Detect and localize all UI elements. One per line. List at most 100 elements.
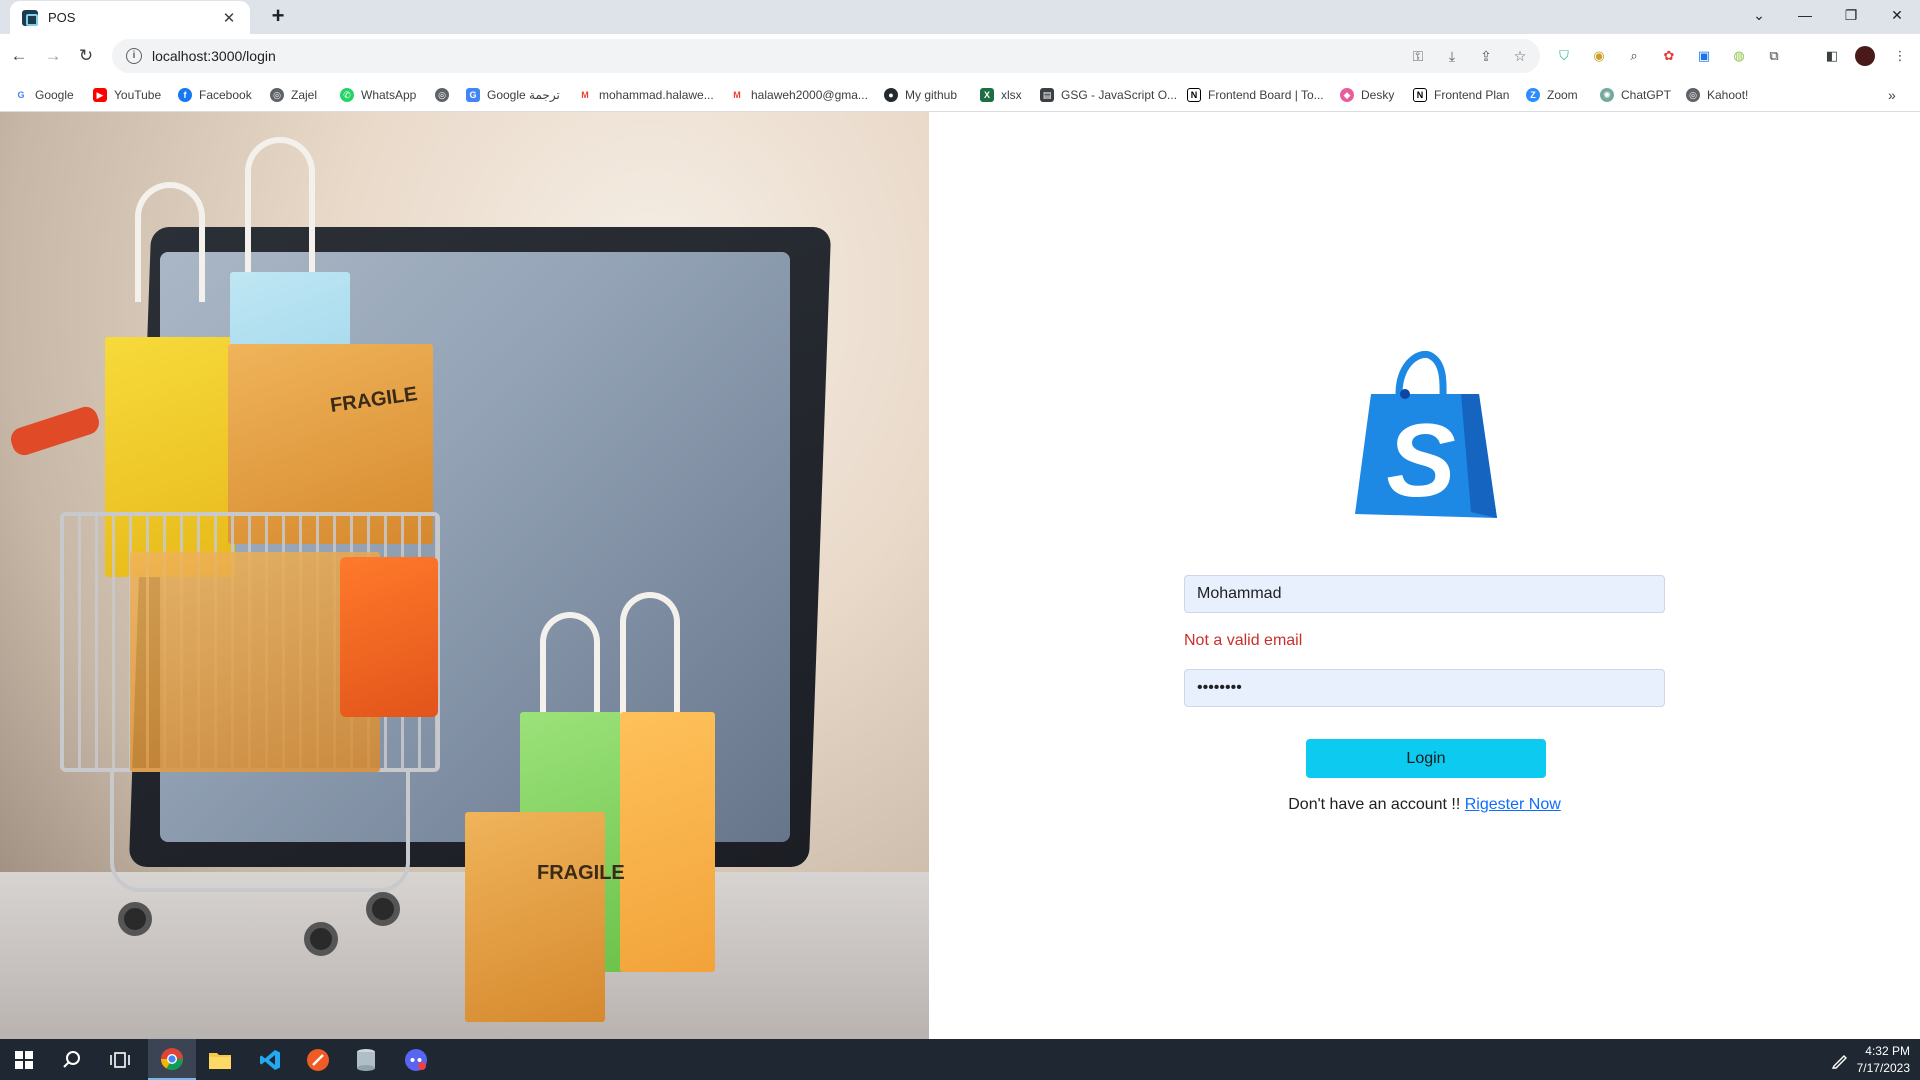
url-text[interactable]: localhost:3000/login	[152, 48, 276, 64]
task-view-icon[interactable]	[96, 1039, 144, 1080]
bookmark-label: Frontend Plan	[1434, 88, 1510, 102]
notion-icon: N	[1413, 88, 1427, 102]
bookmark-kahoot[interactable]: ◎ Kahoot!	[1686, 86, 1748, 104]
install-icon[interactable]: ⤓	[1442, 46, 1462, 66]
shopify-logo-icon: S	[1355, 350, 1497, 519]
bag-handle-illustration	[540, 612, 600, 722]
document-icon: ▤	[1040, 88, 1054, 102]
windows-taskbar: 4:32 PM 7/17/2023	[0, 1039, 1920, 1080]
zoom-icon: Z	[1526, 88, 1540, 102]
register-prompt: Don't have an account !! Rigester Now	[929, 796, 1920, 814]
bookmark-label: Google	[35, 88, 74, 102]
register-now-link[interactable]: Rigester Now	[1465, 796, 1561, 813]
vscode-icon[interactable]	[246, 1039, 294, 1080]
close-window-button[interactable]: ✕	[1874, 0, 1920, 30]
menu-dots-icon[interactable]: ⋮	[1891, 47, 1909, 65]
share-icon[interactable]: ⇪	[1476, 46, 1496, 66]
bookmark-desky[interactable]: ◆ Desky	[1340, 86, 1394, 104]
excel-icon: X	[980, 88, 994, 102]
green-extension-icon[interactable]: ◍	[1730, 47, 1748, 65]
bookmark-gsg[interactable]: ▤ GSG - JavaScript O...	[1040, 86, 1177, 104]
postman-icon[interactable]	[294, 1039, 342, 1080]
file-explorer-icon[interactable]	[196, 1039, 244, 1080]
bookmark-label: Desky	[1361, 88, 1395, 102]
bookmark-zajel[interactable]: ◎ Zajel	[270, 86, 317, 104]
bookmark-label: xlsx	[1001, 88, 1022, 102]
bookmark-gmail-1[interactable]: Mmohammad.halawe...	[578, 86, 714, 104]
tab-title: POS	[48, 10, 76, 25]
new-tab-button[interactable]: +	[266, 5, 290, 29]
reload-button[interactable]: ↻	[73, 43, 99, 69]
tab-search-icon[interactable]: ⌄	[1736, 0, 1782, 30]
cart-base-illustration	[110, 772, 410, 892]
address-bar[interactable]: i localhost:3000/login ⚿ ⤓ ⇪ ☆	[112, 39, 1540, 73]
blue-extension-icon[interactable]: ▣	[1695, 47, 1713, 65]
bookmark-whatsapp[interactable]: ✆ WhatsApp	[340, 86, 416, 104]
site-info-icon[interactable]: i	[126, 48, 142, 64]
browser-tab[interactable]: POS ✕	[10, 1, 250, 34]
discord-icon[interactable]	[392, 1039, 440, 1080]
shield-extension-icon[interactable]: ⛉	[1555, 47, 1573, 65]
extensions-puzzle-icon[interactable]: ⧉	[1765, 47, 1783, 65]
color-extension-icon[interactable]: ✿	[1660, 47, 1678, 65]
bookmark-star-icon[interactable]: ☆	[1510, 46, 1530, 66]
bookmark-xlsx[interactable]: Xxlsx	[980, 86, 1022, 104]
bookmark-chatgpt[interactable]: ✺ ChatGPT	[1600, 86, 1671, 104]
shopping-hero-image: FRAGILE FRAGILE	[0, 112, 929, 1039]
forward-button[interactable]: →	[40, 43, 66, 69]
notion-icon: N	[1187, 88, 1201, 102]
system-clock[interactable]: 4:32 PM 7/17/2023	[1857, 1043, 1910, 1077]
youtube-icon: ▶	[93, 88, 107, 102]
cart-orange-panel-illustration	[340, 557, 438, 717]
start-button[interactable]	[0, 1039, 48, 1080]
restore-button[interactable]: ❐	[1828, 0, 1874, 30]
clock-date: 7/17/2023	[1856, 1061, 1910, 1075]
bookmark-facebook[interactable]: f Facebook	[178, 86, 252, 104]
fragile-box-illustration: FRAGILE	[465, 812, 625, 1022]
lens-extension-icon[interactable]: ⌕	[1625, 47, 1643, 65]
browser-toolbar: ← → ↻ i localhost:3000/login ⚿ ⤓ ⇪ ☆ ⛉ ◉…	[0, 34, 1920, 78]
bookmark-frontend-board[interactable]: N Frontend Board | To...	[1187, 86, 1324, 104]
bookmark-google-translate[interactable]: G Google ترجمة	[466, 86, 560, 104]
bookmark-label: Zoom	[1547, 88, 1578, 102]
github-icon: ●	[884, 88, 898, 102]
login-panel: S Not a valid email Login Don't have an …	[929, 112, 1920, 1039]
bookmark-zoom[interactable]: Z Zoom	[1526, 86, 1578, 104]
bookmark-globe[interactable]: ◎	[435, 86, 456, 104]
login-button[interactable]: Login	[1306, 739, 1546, 778]
bookmark-label: mohammad.halawe...	[599, 88, 714, 102]
bookmark-label: GSG - JavaScript O...	[1061, 88, 1178, 102]
bookmark-frontend-plan[interactable]: N Frontend Plan	[1413, 86, 1509, 104]
validation-error-text: Not a valid email	[1184, 632, 1303, 649]
cart-wheel-illustration	[366, 892, 400, 926]
username-input[interactable]	[1184, 575, 1665, 613]
side-panel-icon[interactable]: ◧	[1823, 47, 1841, 65]
chrome-taskbar-icon[interactable]	[148, 1039, 196, 1080]
database-icon[interactable]	[342, 1039, 390, 1080]
bookmark-github[interactable]: ● My github	[884, 86, 957, 104]
password-input[interactable]	[1184, 669, 1665, 707]
back-button[interactable]: ←	[6, 43, 32, 69]
key-icon[interactable]: ⚿	[1408, 46, 1428, 66]
google-translate-icon: G	[466, 88, 480, 102]
browser-tab-bar: POS ✕ + ⌄ — ❐ ✕	[0, 0, 1920, 34]
chatgpt-icon: ✺	[1600, 88, 1614, 102]
gmail-icon: M	[578, 88, 592, 102]
clock-time: 4:32 PM	[1865, 1044, 1910, 1058]
bookmark-google[interactable]: G Google	[14, 86, 74, 104]
search-icon[interactable]	[48, 1039, 96, 1080]
cart-handle-illustration	[7, 403, 103, 459]
coin-extension-icon[interactable]: ◉	[1590, 47, 1608, 65]
bookmark-gmail-2[interactable]: Mhalaweh2000@gma...	[730, 86, 868, 104]
bag-handle-illustration	[620, 592, 680, 722]
minimize-button[interactable]: —	[1782, 0, 1828, 30]
bookmark-label: Zajel	[291, 88, 318, 102]
profile-avatar[interactable]	[1855, 46, 1875, 66]
close-tab-icon[interactable]: ✕	[220, 9, 238, 27]
bookmark-label: Kahoot!	[1707, 88, 1749, 102]
desky-icon: ◆	[1340, 88, 1354, 102]
bookmark-youtube[interactable]: ▶ YouTube	[93, 86, 161, 104]
more-bookmarks-icon[interactable]: »	[1888, 86, 1896, 104]
app-favicon-icon	[22, 9, 38, 26]
google-icon: G	[14, 88, 28, 102]
